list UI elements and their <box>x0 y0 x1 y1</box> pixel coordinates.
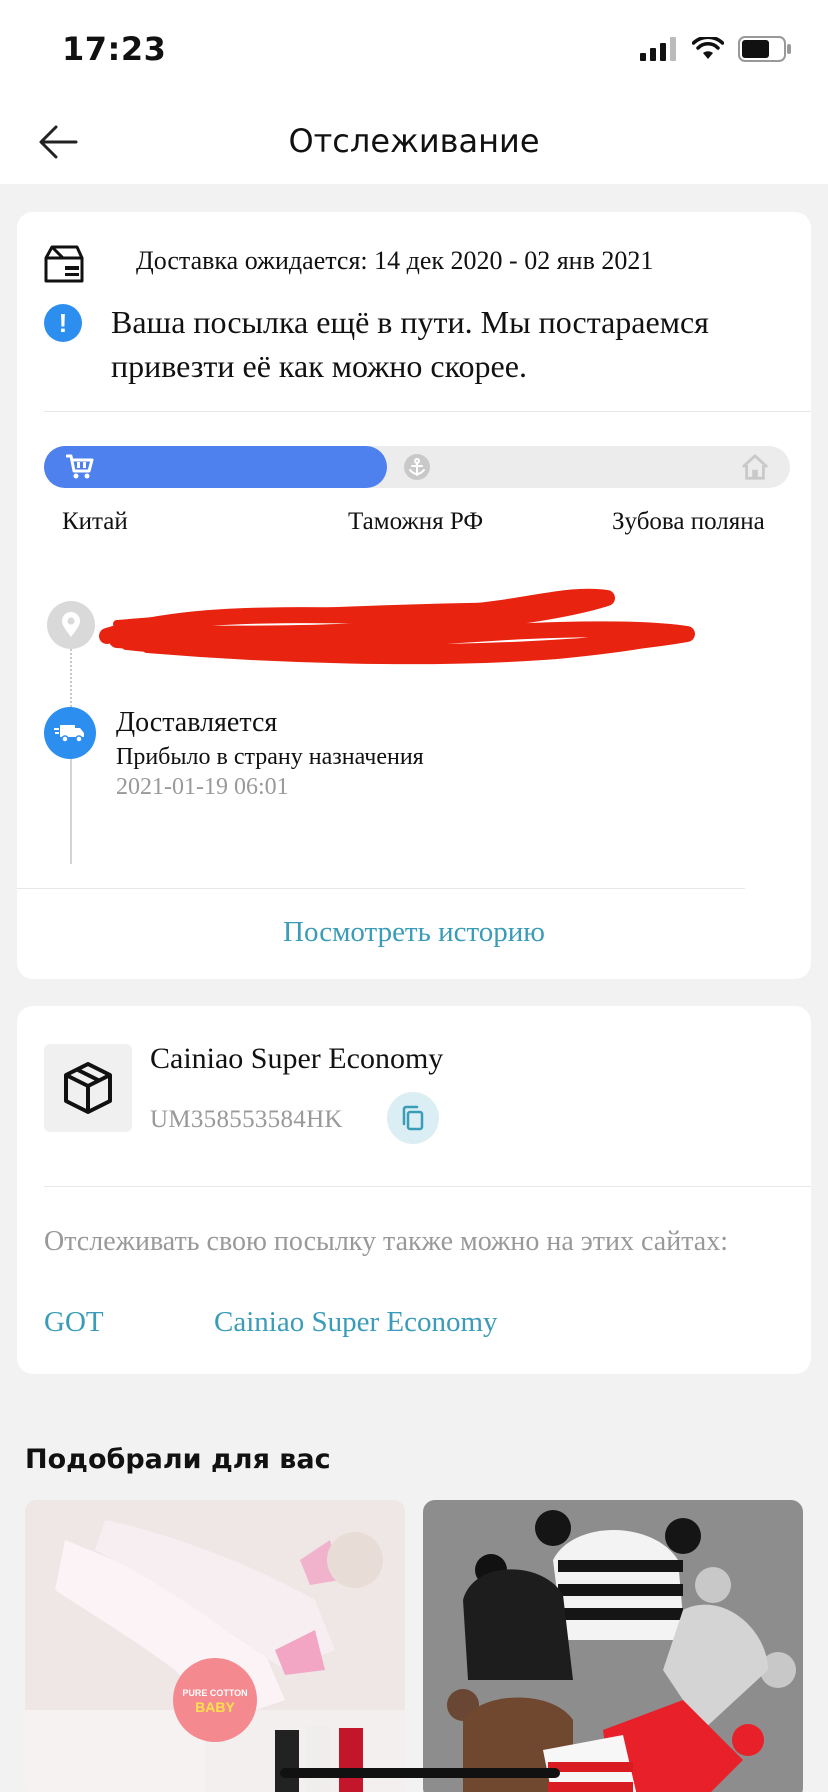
transit-notice: Ваша посылка ещё в пути. Мы постараемся … <box>111 304 709 384</box>
home-icon <box>741 453 769 481</box>
info-exclamation-icon: ! <box>44 304 82 342</box>
status-icons <box>640 36 792 62</box>
site-link-got[interactable]: GOT <box>44 1306 104 1339</box>
redacted-address <box>99 588 695 665</box>
wifi-icon <box>692 37 724 59</box>
svg-text:PURE COTTON: PURE COTTON <box>182 1688 247 1698</box>
copy-button[interactable] <box>387 1092 439 1144</box>
shipping-progress-bar <box>44 446 790 488</box>
divider <box>44 1186 811 1187</box>
event-description: Прибыло в страну назначения <box>116 744 424 770</box>
eta-text: Доставка ожидается: 14 дек 2020 - 02 янв… <box>136 246 654 275</box>
product-card[interactable] <box>423 1500 803 1792</box>
package-icon <box>44 1044 132 1132</box>
stage-label-customs: Таможня РФ <box>348 508 484 535</box>
delivery-box-icon <box>44 245 84 283</box>
nav-bar: Отслеживание <box>0 100 828 184</box>
site-link-cainiao[interactable]: Cainiao Super Economy <box>214 1306 498 1339</box>
svg-text:BABY: BABY <box>195 1699 235 1715</box>
status-time: 17:23 <box>62 30 167 68</box>
tracking-number: UM358553584HK <box>150 1106 343 1133</box>
product-card[interactable]: PURE COTTON BABY <box>25 1500 405 1792</box>
event-status: Доставляется <box>116 707 278 738</box>
view-history-link[interactable]: Посмотреть историю <box>17 916 811 949</box>
signal-icon <box>640 37 676 61</box>
battery-icon <box>738 36 791 62</box>
status-bar: 17:23 <box>0 0 828 100</box>
stage-label-destination: Зубова поляна <box>612 508 765 535</box>
page-title: Отслеживание <box>288 122 540 160</box>
copy-icon <box>402 1105 424 1131</box>
event-timestamp: 2021-01-19 06:01 <box>116 774 289 800</box>
home-indicator[interactable] <box>280 1768 560 1778</box>
delivery-truck-icon <box>44 707 96 759</box>
product-image-hats <box>423 1500 803 1792</box>
divider <box>44 411 811 412</box>
carrier-name: Cainiao Super Economy <box>150 1042 444 1075</box>
tracking-card: Доставка ожидается: 14 дек 2020 - 02 янв… <box>17 212 811 979</box>
anchor-icon <box>403 453 431 481</box>
progress-fill <box>44 446 388 488</box>
cart-icon <box>66 453 94 481</box>
also-track-text: Отслеживать свою посылку также можно на … <box>44 1226 728 1257</box>
recommendations-title: Подобрали для вас <box>25 1444 331 1475</box>
carrier-card: Cainiao Super Economy UM358553584HK Отсл… <box>17 1006 811 1374</box>
divider <box>17 888 745 889</box>
eta-row <box>43 244 85 284</box>
product-image-socks: PURE COTTON BABY <box>25 1500 405 1792</box>
stage-label-origin: Китай <box>62 508 128 535</box>
